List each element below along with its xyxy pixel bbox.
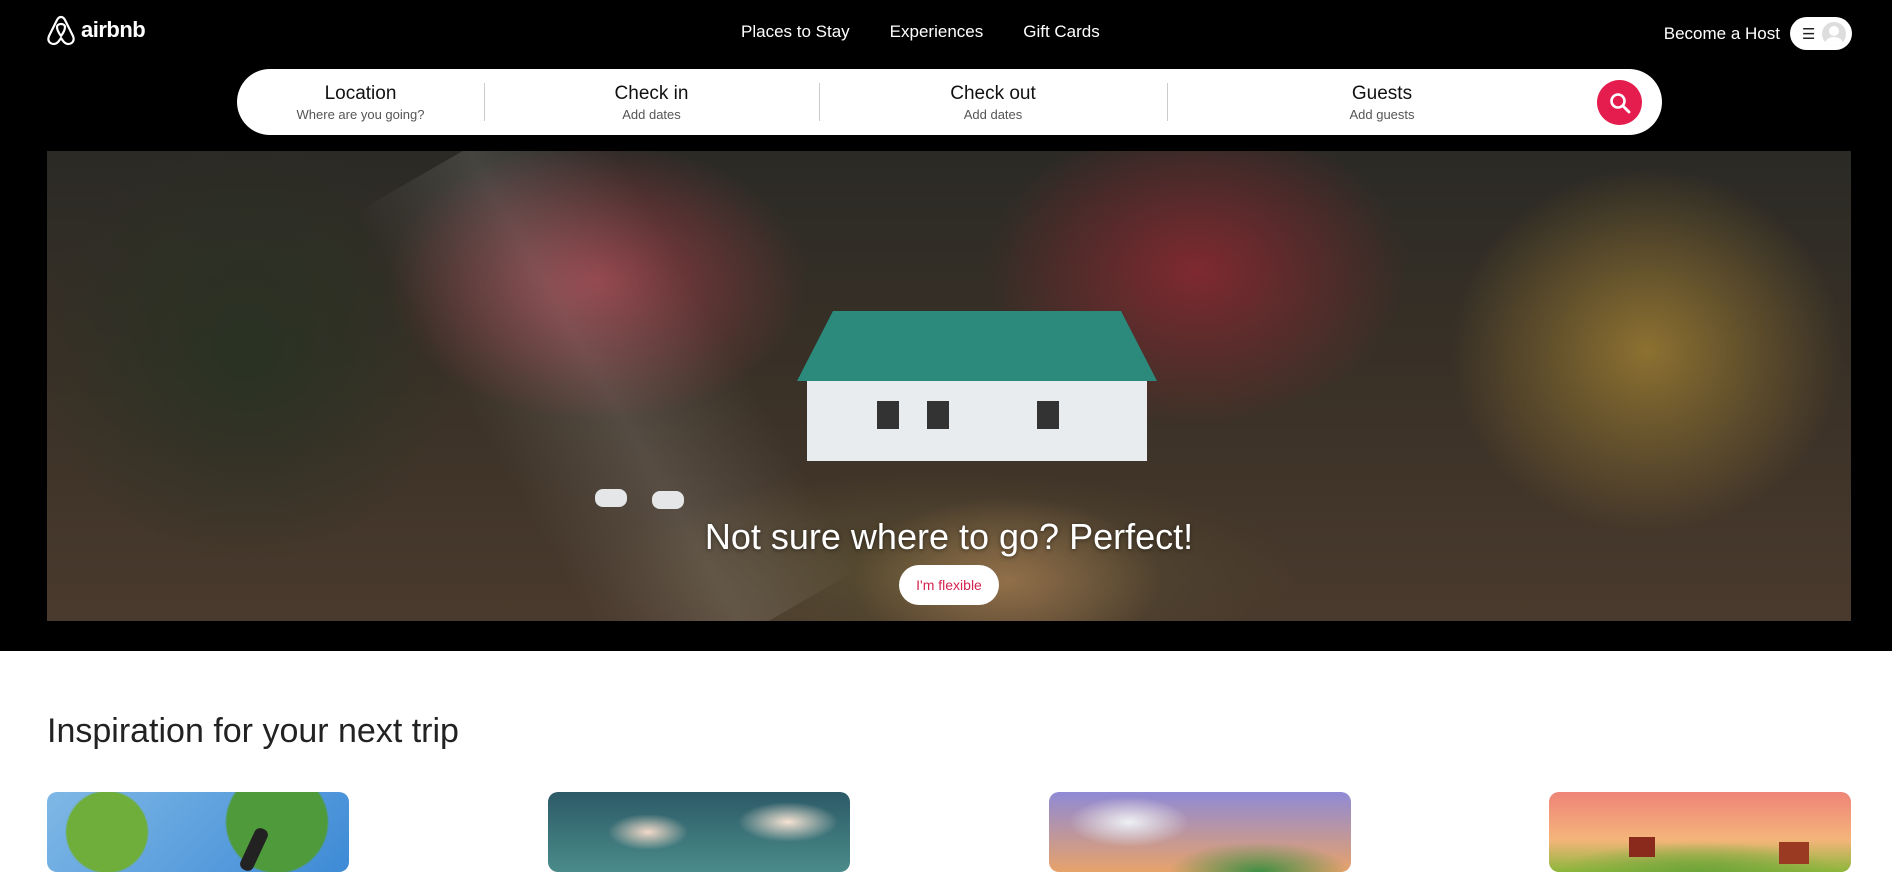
- airbnb-logo-icon: [47, 15, 75, 46]
- checkout-placeholder: Add dates: [963, 107, 1023, 122]
- inspiration-title: Inspiration for your next trip: [47, 712, 459, 750]
- hamburger-icon: ☰: [1802, 25, 1816, 43]
- checkout-label: Check out: [950, 83, 1036, 104]
- nav-experiences[interactable]: Experiences: [890, 22, 984, 42]
- search-icon: [1609, 92, 1630, 113]
- inspiration-card[interactable]: [1049, 792, 1351, 872]
- brand-name: airbnb: [81, 17, 146, 42]
- checkin-placeholder: Add dates: [622, 107, 681, 122]
- house-icon: [1629, 837, 1655, 857]
- location-placeholder: Where are you going?: [296, 107, 425, 122]
- header-band: airbnb Places to Stay Experiences Gift C…: [0, 0, 1892, 651]
- user-avatar-icon: [1822, 21, 1846, 46]
- guests-field[interactable]: Guests Add guests: [1167, 83, 1597, 122]
- guitar-icon: [238, 826, 270, 872]
- location-label: Location: [324, 83, 397, 104]
- checkin-field[interactable]: Check in Add dates: [484, 83, 819, 122]
- become-host-link[interactable]: Become a Host: [1664, 24, 1780, 44]
- user-menu-button[interactable]: ☰: [1790, 17, 1852, 50]
- search-button[interactable]: [1597, 80, 1642, 125]
- car: [595, 489, 627, 507]
- main-nav: Places to Stay Experiences Gift Cards: [741, 22, 1100, 42]
- guests-placeholder: Add guests: [1349, 107, 1415, 122]
- car: [652, 491, 684, 509]
- im-flexible-button[interactable]: I'm flexible: [899, 565, 999, 605]
- search-bar: Location Where are you going? Check in A…: [237, 69, 1662, 135]
- inspiration-card[interactable]: [1549, 792, 1851, 872]
- checkin-label: Check in: [614, 83, 689, 104]
- nav-gift-cards[interactable]: Gift Cards: [1023, 22, 1100, 42]
- house-illustration: [787, 311, 1187, 461]
- guests-label: Guests: [1351, 83, 1413, 104]
- checkout-field[interactable]: Check out Add dates: [819, 83, 1167, 122]
- inspiration-card[interactable]: [548, 792, 850, 872]
- hero-title: Not sure where to go? Perfect!: [704, 516, 1194, 557]
- location-field[interactable]: Location Where are you going?: [237, 83, 484, 122]
- inspiration-card[interactable]: [47, 792, 349, 872]
- hero-banner: Not sure where to go? Perfect! I'm flexi…: [47, 151, 1851, 621]
- nav-places-to-stay[interactable]: Places to Stay: [741, 22, 850, 42]
- airbnb-logo[interactable]: airbnb: [46, 14, 146, 46]
